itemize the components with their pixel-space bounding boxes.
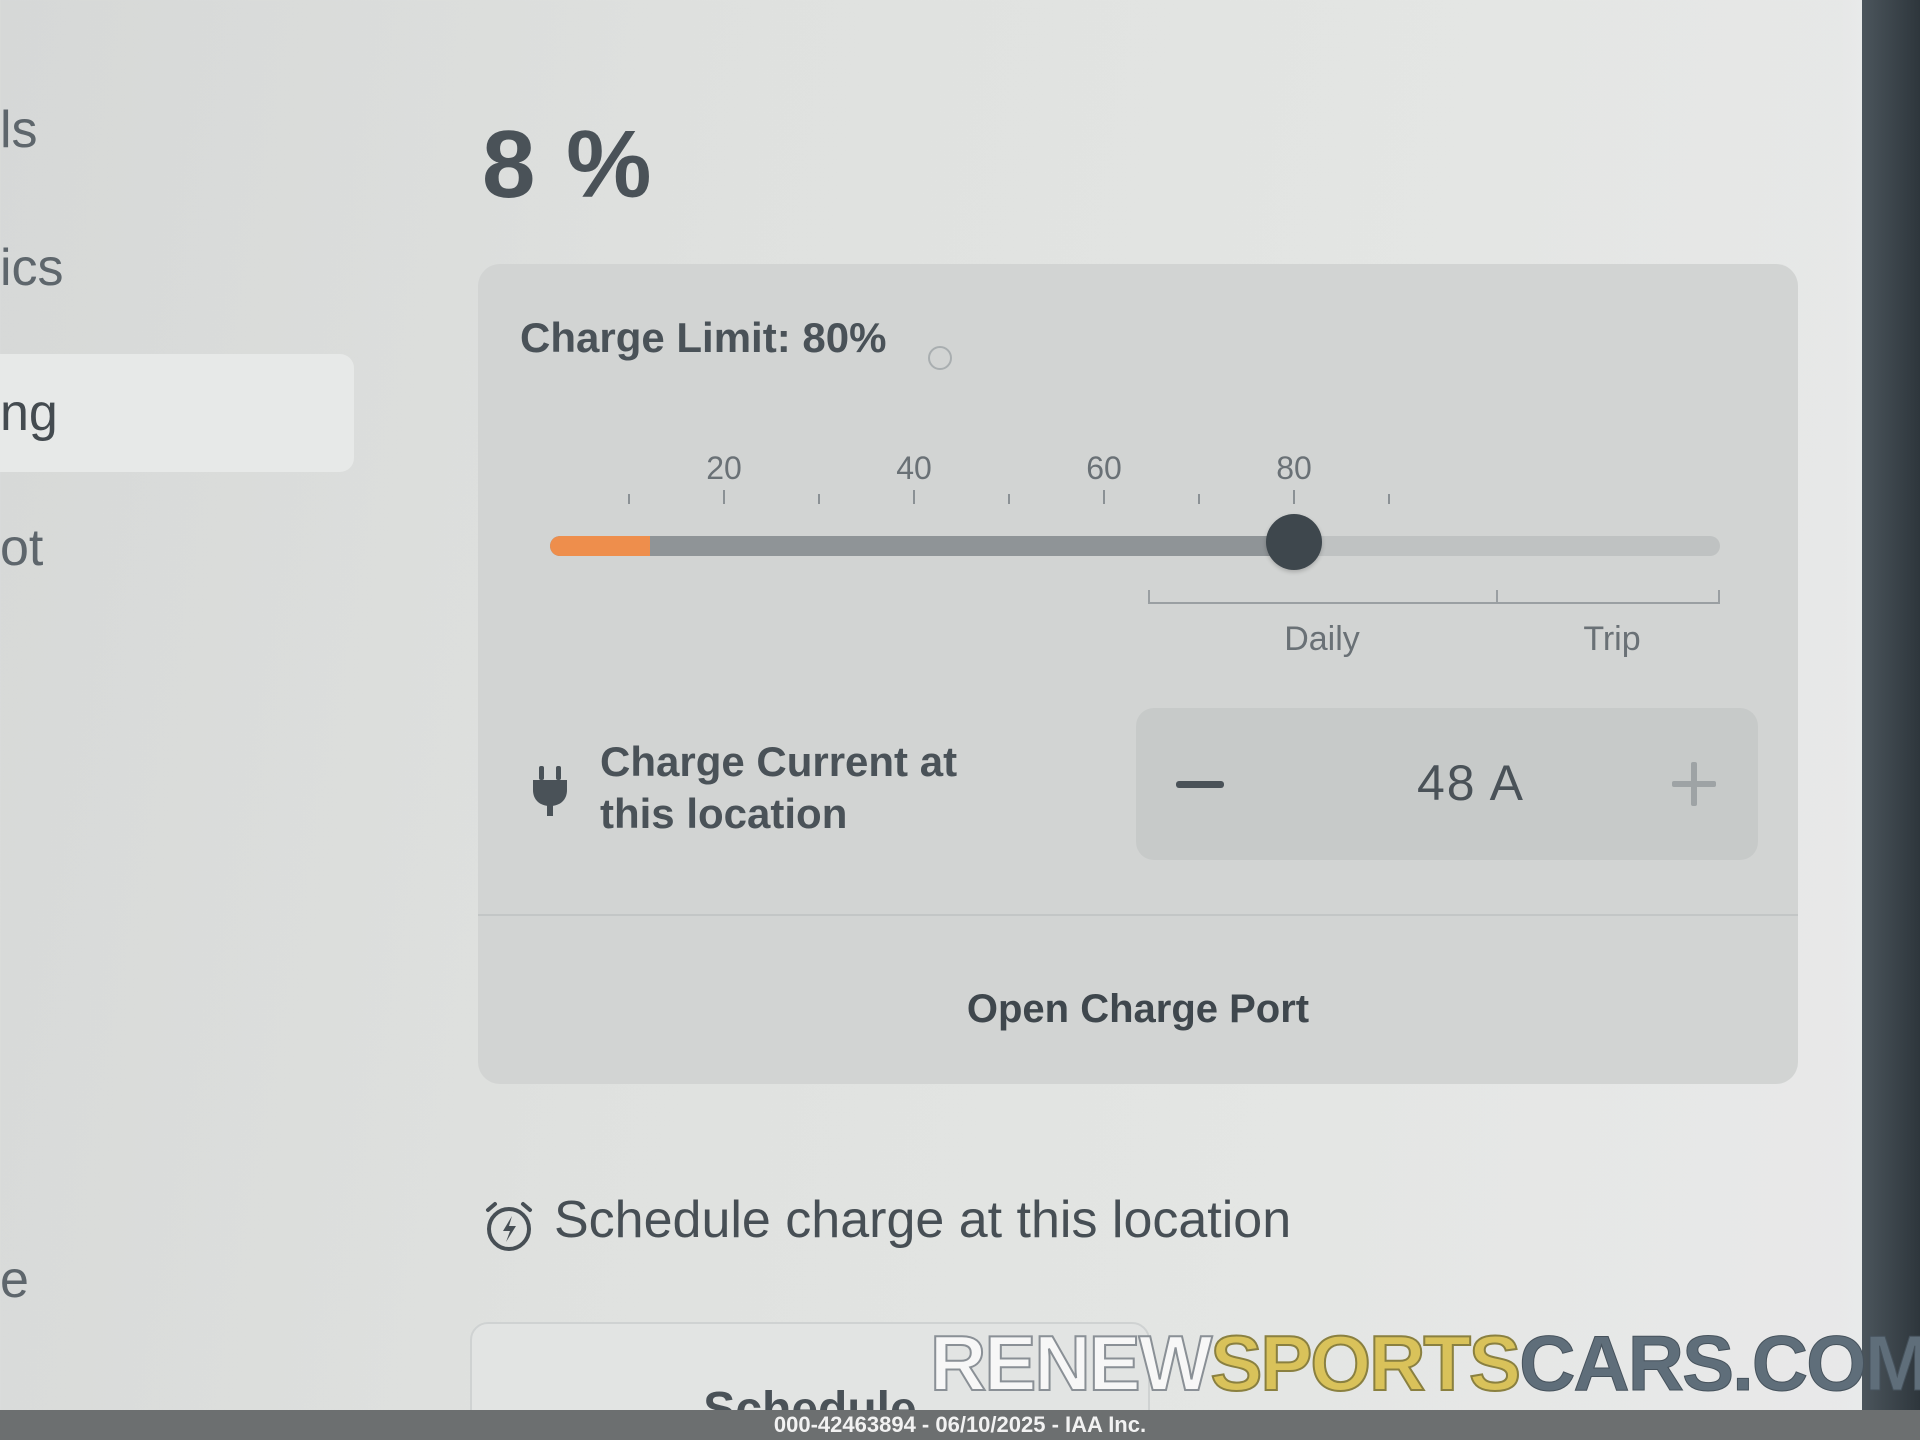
screen-bezel	[1862, 0, 1920, 1410]
menu-item-charging[interactable]: ng	[0, 354, 354, 472]
menu-item-label: ot	[0, 519, 44, 577]
charge-limit-slider-handle[interactable]	[1266, 514, 1322, 570]
scale-tick	[628, 494, 630, 504]
battery-percentage: 8 %	[482, 111, 654, 218]
decrease-current-button[interactable]	[1160, 744, 1240, 824]
bracket-divider	[1496, 590, 1498, 604]
photo-caption-bar: 000-42463894 - 06/10/2025 - IAA Inc.	[0, 1410, 1920, 1440]
menu-item-label: ics	[0, 239, 64, 297]
scale-tick	[818, 494, 820, 504]
card-divider	[478, 914, 1798, 916]
info-icon[interactable]	[928, 346, 952, 370]
scale-tick	[1008, 494, 1010, 504]
watermark-logo: RENEWSPORTSCARS.COM	[929, 1318, 1920, 1409]
daily-label: Daily	[1284, 620, 1360, 658]
menu-item-label: ng	[0, 384, 58, 442]
charge-limit-label: Charge Limit: 80%	[520, 314, 887, 361]
charge-current-value: 48 A	[1416, 755, 1526, 811]
screen-edge	[1840, 0, 1862, 1410]
tick-label: 80	[1276, 450, 1312, 486]
charge-settings-card: Charge Limit: 80% 20 40 60 80 Daily Trip…	[478, 264, 1798, 1084]
menu-item-service[interactable]: e	[0, 1250, 29, 1310]
menu-item-label: e	[0, 1251, 29, 1309]
charge-limit-range	[550, 536, 1294, 556]
scale-tick	[1198, 494, 1200, 504]
scale-tick	[913, 490, 915, 504]
charge-limit-slider-track[interactable]	[550, 536, 1720, 556]
increase-current-button[interactable]	[1654, 744, 1734, 824]
minus-icon	[1176, 780, 1224, 788]
watermark-part: SPORTS	[1209, 1318, 1522, 1408]
watermark-part: RENEW	[929, 1318, 1213, 1408]
daily-trip-bracket	[1148, 590, 1720, 604]
menu-item-label: ls	[0, 101, 38, 159]
menu-item-dynamics[interactable]: ics	[0, 238, 64, 298]
settings-menu: ls ics ng ot e	[0, 100, 360, 1400]
trip-label: Trip	[1583, 620, 1641, 658]
tick-label: 20	[706, 450, 742, 486]
open-charge-port-button[interactable]: Open Charge Port	[478, 954, 1798, 1064]
scale-tick	[1388, 494, 1390, 504]
charge-current-label: Charge Current at this location	[600, 738, 958, 837]
scale-tick	[1103, 490, 1105, 504]
menu-item-controls[interactable]: ls	[0, 100, 38, 160]
plus-icon	[1672, 762, 1716, 806]
plug-icon	[533, 766, 567, 816]
battery-level-fill	[550, 536, 650, 556]
charge-current-stepper: 48 A	[1136, 708, 1758, 860]
scale-tick	[723, 490, 725, 504]
alarm-clock-lightning-icon	[486, 1202, 532, 1251]
scale-tick	[1293, 490, 1295, 504]
tick-label: 40	[896, 450, 932, 486]
tick-label: 60	[1086, 450, 1122, 486]
menu-item-autopilot[interactable]: ot	[0, 518, 43, 578]
schedule-charge-title: Schedule charge at this location	[554, 1191, 1292, 1249]
watermark-part: CARS.COM	[1519, 1319, 1920, 1408]
